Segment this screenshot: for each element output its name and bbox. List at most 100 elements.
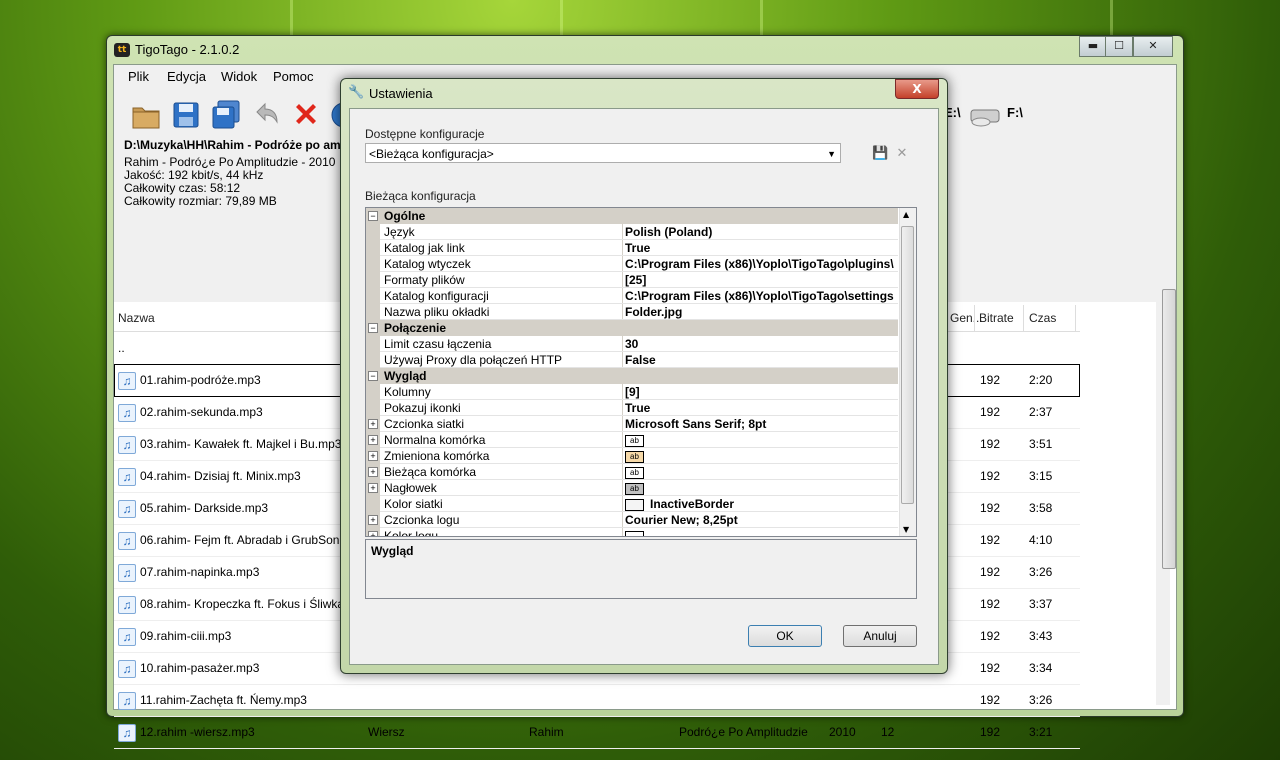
dialog-title: Ustawienia bbox=[369, 86, 433, 101]
property-row[interactable]: + Zmieniona komórka ab bbox=[366, 448, 898, 464]
property-row[interactable]: Pokazuj ikonki True bbox=[366, 400, 898, 416]
cell-time: 3:58 bbox=[1029, 501, 1053, 515]
property-row[interactable]: Limit czasu łączenia 30 bbox=[366, 336, 898, 352]
property-row[interactable]: Formaty plików [25] bbox=[366, 272, 898, 288]
property-value[interactable]: C:\Program Files (x86)\Yoplo\TigoTago\pl… bbox=[622, 256, 898, 272]
property-row[interactable]: Kolumny [9] bbox=[366, 384, 898, 400]
app-logo-icon: tt bbox=[114, 43, 130, 57]
cell-bitrate: 192 bbox=[980, 565, 1001, 579]
property-value[interactable]: True bbox=[622, 400, 898, 416]
cell-bitrate: 192 bbox=[980, 597, 1001, 611]
save-all-icon[interactable] bbox=[211, 100, 241, 130]
property-value[interactable]: ab bbox=[622, 448, 898, 464]
column-header-genre[interactable]: Gen... bbox=[950, 311, 983, 325]
table-row[interactable]: ♫ 11.rahim-Zachęta ft. Ńemy.mp3 192 3:26 bbox=[114, 684, 1080, 717]
expand-icon[interactable]: + bbox=[368, 451, 378, 461]
scroll-down-icon[interactable]: ▼ bbox=[903, 525, 909, 534]
expand-icon[interactable]: + bbox=[368, 483, 378, 493]
property-value[interactable] bbox=[622, 528, 898, 536]
menu-widok[interactable]: Widok bbox=[221, 69, 257, 84]
property-value[interactable]: C:\Program Files (x86)\Yoplo\TigoTago\se… bbox=[622, 288, 898, 304]
color-swatch: ab bbox=[625, 482, 644, 495]
ok-button[interactable]: OK bbox=[748, 625, 822, 647]
property-value[interactable]: ab bbox=[622, 432, 898, 448]
table-row[interactable]: ♫ 12.rahim -wiersz.mp3 Wiersz Rahim Podró¿e … bbox=[114, 716, 1080, 749]
collapse-icon[interactable]: − bbox=[368, 211, 378, 221]
property-grid-scrollbar[interactable]: ▲ ▼ bbox=[899, 208, 916, 536]
property-row[interactable]: Kolor siatki InactiveBorder bbox=[366, 496, 898, 512]
column-header-time[interactable]: Czas bbox=[1029, 311, 1056, 325]
drive-f-label[interactable]: F:\ bbox=[1007, 105, 1023, 120]
property-value[interactable]: ab bbox=[622, 480, 898, 496]
property-row[interactable]: Katalog jak link True bbox=[366, 240, 898, 256]
config-select[interactable]: <Bieżąca konfiguracja> ▼ bbox=[365, 143, 841, 163]
property-row[interactable]: Używaj Proxy dla połączeń HTTP False bbox=[366, 352, 898, 368]
property-row[interactable]: + Normalna komórka ab bbox=[366, 432, 898, 448]
property-value[interactable]: Folder.jpg bbox=[622, 304, 898, 320]
scroll-up-icon[interactable]: ▲ bbox=[903, 210, 909, 219]
column-header-name[interactable]: Nazwa bbox=[118, 311, 155, 325]
settings-dialog: 🔧 Ustawienia X Dostępne konfiguracje <Bi… bbox=[340, 78, 948, 674]
menu-edycja[interactable]: Edycja bbox=[167, 69, 206, 84]
list-scrollbar-thumb[interactable] bbox=[1162, 289, 1176, 569]
column-separator[interactable] bbox=[974, 305, 975, 331]
open-folder-icon[interactable] bbox=[131, 100, 161, 130]
expand-icon[interactable]: + bbox=[368, 435, 378, 445]
save-icon[interactable] bbox=[171, 100, 201, 130]
cell-time: 3:43 bbox=[1029, 629, 1053, 643]
minimize-button[interactable]: ▬ bbox=[1079, 36, 1107, 57]
property-value[interactable]: Microsoft Sans Serif; 8pt bbox=[622, 416, 898, 432]
save-config-icon[interactable]: 💾 bbox=[872, 146, 888, 162]
property-row[interactable]: + Czcionka siatki Microsoft Sans Serif; 8p… bbox=[366, 416, 898, 432]
property-row[interactable]: + Czcionka logu Courier New; 8,25pt bbox=[366, 512, 898, 528]
property-row[interactable]: + Nagłowek ab bbox=[366, 480, 898, 496]
property-row[interactable]: Język Polish (Poland) bbox=[366, 224, 898, 240]
property-category-appearance[interactable]: − Wygląd bbox=[366, 368, 898, 384]
expand-icon[interactable]: + bbox=[368, 467, 378, 477]
property-value[interactable]: Courier New; 8,25pt bbox=[622, 512, 898, 528]
delete-icon[interactable] bbox=[291, 100, 321, 130]
menu-plik[interactable]: Plik bbox=[128, 69, 149, 84]
property-value[interactable]: False bbox=[622, 352, 898, 368]
cell-time: 3:21 bbox=[1029, 725, 1053, 739]
expand-icon[interactable]: + bbox=[368, 515, 378, 525]
cancel-button[interactable]: Anuluj bbox=[843, 625, 917, 647]
property-row[interactable]: Nazwa pliku okładki Folder.jpg bbox=[366, 304, 898, 320]
title-bar[interactable]: tt TigoTago - 2.1.0.2 ▬ ☐ ✕ bbox=[107, 36, 1183, 64]
column-separator[interactable] bbox=[1023, 305, 1024, 331]
collapse-icon[interactable]: − bbox=[368, 323, 378, 333]
property-value[interactable]: True bbox=[622, 240, 898, 256]
menu-pomoc[interactable]: Pomoc bbox=[273, 69, 313, 84]
column-header-bitrate[interactable]: Bitrate bbox=[979, 311, 1014, 325]
music-file-icon: ♫ bbox=[118, 436, 136, 454]
property-row[interactable]: Katalog wtyczek C:\Program Files (x86)\Yo… bbox=[366, 256, 898, 272]
close-button[interactable]: ✕ bbox=[1133, 36, 1173, 57]
dialog-close-button[interactable]: X bbox=[895, 79, 939, 99]
parent-folder-label: .. bbox=[118, 341, 125, 355]
delete-config-icon[interactable]: ✕ bbox=[894, 146, 910, 162]
cell-bitrate: 192 bbox=[980, 405, 1001, 419]
expand-icon[interactable]: + bbox=[368, 419, 378, 429]
chevron-down-icon[interactable]: ▼ bbox=[827, 144, 836, 164]
music-file-icon: ♫ bbox=[118, 500, 136, 518]
property-value[interactable]: ab bbox=[622, 464, 898, 480]
cell-track: 12 bbox=[881, 725, 895, 739]
property-value[interactable]: InactiveBorder bbox=[622, 496, 898, 512]
expand-icon[interactable]: + bbox=[368, 531, 378, 536]
property-value[interactable]: [25] bbox=[622, 272, 898, 288]
property-category-connection[interactable]: − Połączenie bbox=[366, 320, 898, 336]
property-category-general[interactable]: − Ogólne bbox=[366, 208, 898, 224]
property-row[interactable]: + Kolor logu bbox=[366, 528, 898, 536]
column-separator[interactable] bbox=[1075, 305, 1076, 331]
drive-icon[interactable] bbox=[969, 100, 1001, 130]
collapse-icon[interactable]: − bbox=[368, 371, 378, 381]
property-row[interactable]: + Bieżąca komórka ab bbox=[366, 464, 898, 480]
property-grid-scroll-thumb[interactable] bbox=[901, 226, 914, 504]
cell-name: 05.rahim- Darkside.mp3 bbox=[140, 501, 269, 515]
property-value[interactable]: [9] bbox=[622, 384, 898, 400]
maximize-button[interactable]: ☐ bbox=[1105, 36, 1133, 57]
property-row[interactable]: Katalog konfiguracji C:\Program Files (x8… bbox=[366, 288, 898, 304]
property-value[interactable]: Polish (Poland) bbox=[622, 224, 898, 240]
undo-icon[interactable] bbox=[251, 100, 281, 130]
property-value[interactable]: 30 bbox=[622, 336, 898, 352]
